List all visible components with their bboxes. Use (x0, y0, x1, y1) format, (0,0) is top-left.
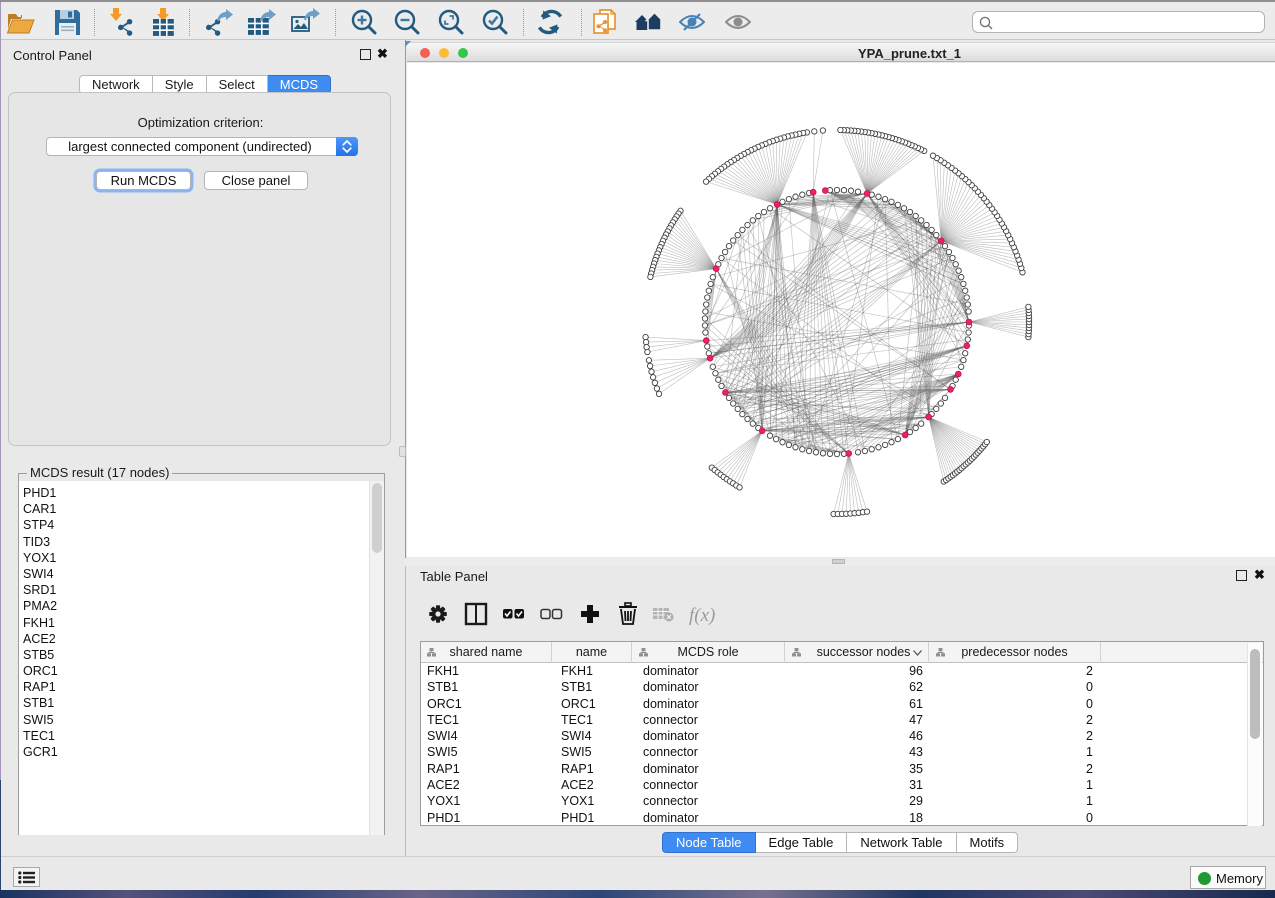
svg-text:f(x): f(x) (689, 605, 715, 626)
